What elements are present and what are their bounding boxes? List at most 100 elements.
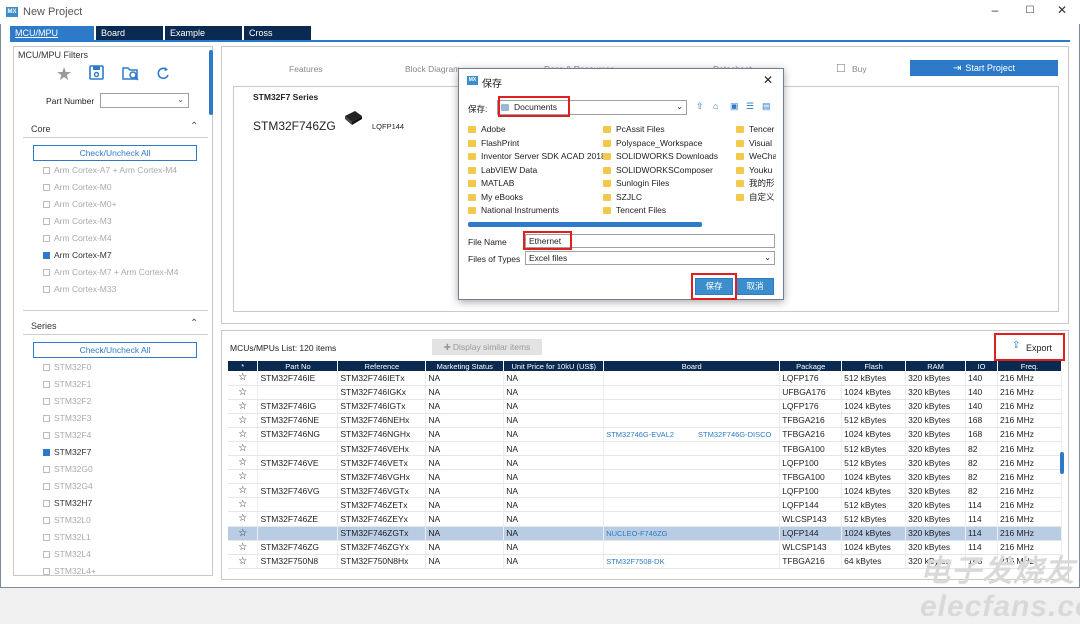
table-row[interactable]: ☆ STM32F746IG STM32F746IGTx NA NA LQFP176 1024… <box>228 399 1062 414</box>
close-icon[interactable]: ✕ <box>1052 3 1072 17</box>
checkbox[interactable] <box>43 551 50 559</box>
save-search-icon[interactable] <box>88 64 106 84</box>
core-item[interactable]: Arm Cortex-M7 <box>43 247 208 264</box>
list-scrollbar[interactable] <box>1060 452 1064 474</box>
start-project-button[interactable]: ⇥ Start Project <box>910 60 1058 76</box>
series-item[interactable]: STM32F0 <box>43 359 208 376</box>
folder-item[interactable]: Adobe <box>468 123 603 137</box>
checkbox[interactable] <box>43 364 50 372</box>
folder-item[interactable]: Tencer <box>736 123 776 137</box>
column-header[interactable]: Flash <box>841 361 907 371</box>
series-item[interactable]: STM32G0 <box>43 461 208 478</box>
row-favorite-icon[interactable]: ☆ <box>228 371 259 386</box>
core-item[interactable]: Arm Cortex-M7 + Arm Cortex-M4 <box>43 264 208 281</box>
tab-cross-selector[interactable]: Cross Selector <box>244 26 312 52</box>
column-header[interactable]: IO <box>965 361 998 371</box>
table-row[interactable]: ☆ STM32F746VG STM32F746VGTx NA NA LQFP100 1024… <box>228 483 1062 499</box>
table-row[interactable]: ☆ STM32F746VGHx NA NA TFBGA100 1024 kBytes 320… <box>228 469 1062 485</box>
row-favorite-icon[interactable]: ☆ <box>228 554 259 569</box>
core-check-all-button[interactable]: Check/Uncheck All <box>33 145 197 161</box>
core-item[interactable]: Arm Cortex-M4 <box>43 230 208 247</box>
display-similar-button[interactable]: ✚ Display similar items <box>432 339 542 355</box>
checkbox[interactable] <box>43 269 50 277</box>
table-row[interactable]: ☆ STM32F746ZGTx NA NA NUCLEO-F746ZG LQFP144 10… <box>228 526 1062 541</box>
board-link[interactable]: STM32F746G-DISCO <box>698 430 771 439</box>
series-item[interactable]: STM32L4+ <box>43 563 208 576</box>
column-header[interactable]: * <box>228 361 259 371</box>
row-favorite-icon[interactable]: ☆ <box>228 526 259 541</box>
checkbox[interactable] <box>43 398 50 406</box>
row-favorite-icon[interactable]: ☆ <box>228 399 259 414</box>
checkbox[interactable] <box>43 218 50 226</box>
column-header[interactable]: Unit Price for 10kU (US$) <box>503 361 605 371</box>
folder-item[interactable]: 我的形 <box>736 177 776 191</box>
row-favorite-icon[interactable]: ☆ <box>228 441 259 457</box>
table-row[interactable]: ☆ STM32F746ZE STM32F746ZEYx NA NA WLCSP143 512… <box>228 511 1062 527</box>
board-link[interactable]: STM32F7508-DK <box>606 557 664 566</box>
series-item[interactable]: STM32F7 <box>43 444 208 461</box>
new-folder-icon[interactable]: ▣ <box>730 101 739 112</box>
core-collapse-icon[interactable]: ⌃ <box>190 121 198 132</box>
reset-icon[interactable] <box>155 64 171 84</box>
series-item[interactable]: STM32L4 <box>43 546 208 563</box>
cancel-button[interactable]: 取消 <box>736 278 774 295</box>
table-row[interactable]: ☆ STM32F746NG STM32F746NGHx NA NA STM32746G-E… <box>228 427 1062 442</box>
board-link[interactable]: NUCLEO-F746ZG <box>606 529 667 538</box>
checkbox[interactable] <box>43 500 50 508</box>
table-row[interactable]: ☆ STM32F746VE STM32F746VETx NA NA LQFP100 512 … <box>228 455 1062 471</box>
load-search-icon[interactable] <box>121 64 141 84</box>
checkbox[interactable] <box>43 184 50 192</box>
row-favorite-icon[interactable]: ☆ <box>228 497 259 513</box>
column-header[interactable]: RAM <box>905 361 967 371</box>
series-item[interactable]: STM32L0 <box>43 512 208 529</box>
checkbox[interactable] <box>43 201 50 209</box>
folder-item[interactable]: SOLIDWORKS Downloads <box>603 150 743 164</box>
folder-item[interactable]: Youku <box>736 164 776 178</box>
row-favorite-icon[interactable]: ☆ <box>228 413 259 428</box>
folder-item[interactable]: SOLIDWORKSComposer <box>603 164 743 178</box>
series-item[interactable]: STM32F3 <box>43 410 208 427</box>
folder-item[interactable]: SZJLC <box>603 191 743 205</box>
details-view-icon[interactable]: ▤ <box>762 101 771 112</box>
folder-item[interactable]: LabVIEW Data <box>468 164 603 178</box>
checkbox[interactable] <box>43 568 50 576</box>
series-item[interactable]: STM32G4 <box>43 478 208 495</box>
column-header[interactable]: Marketing Status <box>425 361 505 371</box>
series-item[interactable]: STM32F2 <box>43 393 208 410</box>
home-icon[interactable]: ⌂ <box>713 101 718 111</box>
folder-item[interactable]: Visual <box>736 137 776 151</box>
core-item[interactable]: Arm Cortex-M0+ <box>43 196 208 213</box>
folder-item[interactable]: MATLAB <box>468 177 603 191</box>
row-favorite-icon[interactable]: ☆ <box>228 511 259 527</box>
column-header[interactable]: Board <box>603 361 781 371</box>
checkbox[interactable] <box>43 466 50 474</box>
folder-item[interactable]: 自定义 <box>736 191 776 205</box>
table-row[interactable]: ☆ STM32F746ZETx NA NA LQFP144 512 kBytes 320 k… <box>228 497 1062 513</box>
folder-item[interactable]: FlashPrint <box>468 137 603 151</box>
series-collapse-icon[interactable]: ⌃ <box>190 318 198 329</box>
table-row[interactable]: ☆ STM32F746NE STM32F746NEHx NA NA TFBGA216 512… <box>228 413 1062 428</box>
table-row[interactable]: ☆ STM32F746IGKx NA NA UFBGA176 1024 kBytes 320… <box>228 385 1062 400</box>
column-header[interactable]: Freq. <box>997 361 1062 371</box>
filters-scrollbar[interactable] <box>209 50 213 115</box>
row-favorite-icon[interactable]: ☆ <box>228 483 259 499</box>
checkbox[interactable] <box>43 286 50 294</box>
checkbox[interactable] <box>43 483 50 491</box>
column-header[interactable]: Reference <box>337 361 427 371</box>
folder-item[interactable]: Polyspace_Workspace <box>603 137 743 151</box>
dialog-close-icon[interactable]: ✕ <box>763 73 773 87</box>
folder-item[interactable]: Tencent Files <box>603 204 743 218</box>
checkbox[interactable] <box>43 252 50 260</box>
core-item[interactable]: Arm Cortex-M0 <box>43 179 208 196</box>
core-item[interactable]: Arm Cortex-M3 <box>43 213 208 230</box>
menu-block-diagram[interactable]: Block Diagram <box>405 64 460 74</box>
folder-item[interactable]: My eBooks <box>468 191 603 205</box>
column-header[interactable]: Package <box>779 361 843 371</box>
series-item[interactable]: STM32F1 <box>43 376 208 393</box>
series-item[interactable]: STM32H7 <box>43 495 208 512</box>
checkbox[interactable] <box>43 415 50 423</box>
folder-item[interactable]: WeCha <box>736 150 776 164</box>
series-item[interactable]: STM32L1 <box>43 529 208 546</box>
series-item[interactable]: STM32F4 <box>43 427 208 444</box>
folder-item[interactable]: PcAssit Files <box>603 123 743 137</box>
